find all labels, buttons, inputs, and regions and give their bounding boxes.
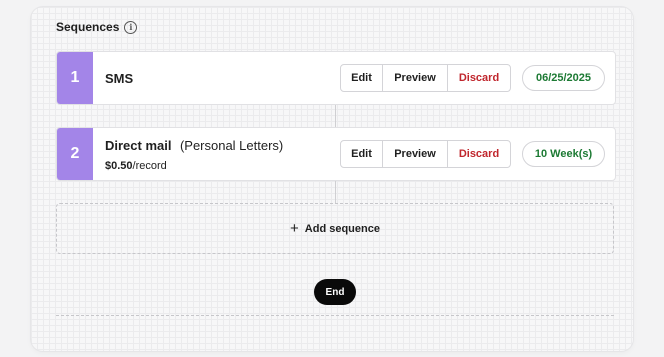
sequences-title: Sequences bbox=[56, 20, 120, 34]
sequence-number: 2 bbox=[57, 128, 93, 180]
sequence-card-2: 2 Direct mail (Personal Letters) $0.50/r… bbox=[56, 127, 616, 181]
sequence-title: Direct mail bbox=[105, 137, 172, 153]
connector-line bbox=[335, 179, 336, 203]
sequence-card-1: 1 SMS Edit Preview Discard 06/25/2025 bbox=[56, 51, 616, 105]
sequence-actions: Edit Preview Discard bbox=[340, 64, 511, 92]
info-icon[interactable]: i bbox=[124, 20, 138, 34]
schedule-date-pill[interactable]: 06/25/2025 bbox=[522, 65, 605, 91]
sequence-heading: Direct mail (Personal Letters) bbox=[105, 137, 340, 155]
preview-button[interactable]: Preview bbox=[383, 65, 448, 91]
sequences-panel: Sequences i 1 SMS Edit Preview Discard 0… bbox=[31, 7, 633, 351]
edit-button[interactable]: Edit bbox=[341, 141, 383, 167]
end-badge: End bbox=[314, 279, 356, 305]
sequence-actions: Edit Preview Discard bbox=[340, 140, 511, 168]
plus-icon: + bbox=[290, 220, 299, 237]
connector-line bbox=[335, 103, 336, 127]
duration-pill[interactable]: 10 Week(s) bbox=[522, 141, 605, 167]
sequence-body: SMS bbox=[93, 71, 340, 86]
sequence-title: SMS bbox=[105, 70, 134, 86]
add-sequence-label: Add sequence bbox=[304, 222, 380, 235]
end-divider bbox=[56, 315, 614, 316]
add-sequence-button[interactable]: + Add sequence bbox=[56, 203, 614, 254]
sequence-body: Direct mail (Personal Letters) $0.50/rec… bbox=[93, 137, 340, 172]
sequences-header: Sequences i bbox=[56, 20, 138, 34]
price-value: $0.50 bbox=[105, 159, 133, 172]
sequence-subtitle: (Personal Letters) bbox=[179, 137, 284, 153]
discard-button[interactable]: Discard bbox=[448, 65, 510, 91]
sequence-price: $0.50/record bbox=[105, 160, 340, 172]
price-unit: /record bbox=[132, 159, 167, 172]
sequence-number: 1 bbox=[57, 52, 93, 104]
preview-button[interactable]: Preview bbox=[383, 141, 448, 167]
discard-button[interactable]: Discard bbox=[448, 141, 510, 167]
edit-button[interactable]: Edit bbox=[341, 65, 383, 91]
